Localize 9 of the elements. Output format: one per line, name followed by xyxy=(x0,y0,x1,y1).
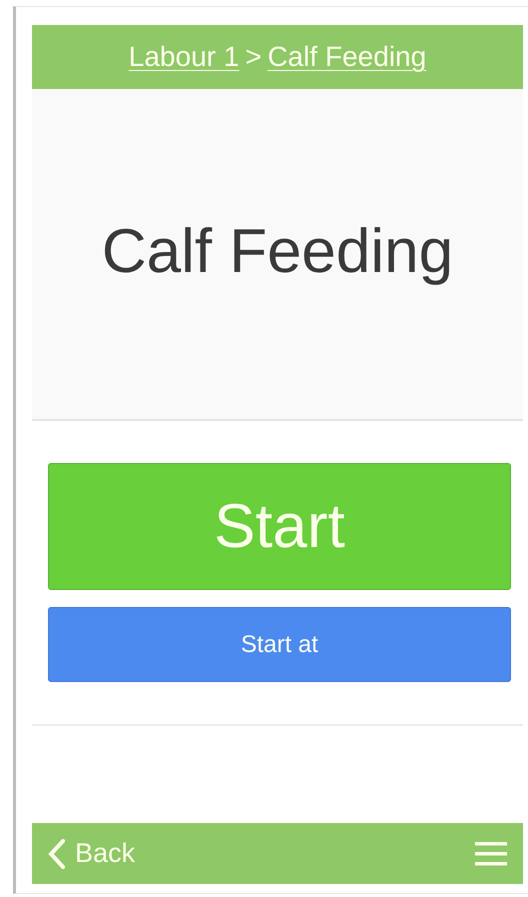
breadcrumb-separator: > xyxy=(245,40,262,74)
page-title: Calf Feeding xyxy=(102,216,454,288)
chevron-left-icon xyxy=(48,838,65,868)
start-at-button[interactable]: Start at xyxy=(48,607,511,682)
back-button[interactable]: Back xyxy=(48,833,136,874)
start-button[interactable]: Start xyxy=(48,463,511,590)
breadcrumb-link[interactable]: Labour 1 xyxy=(128,36,240,78)
menu-icon[interactable] xyxy=(475,840,507,866)
breadcrumb-link[interactable]: Calf Feeding xyxy=(268,36,426,78)
